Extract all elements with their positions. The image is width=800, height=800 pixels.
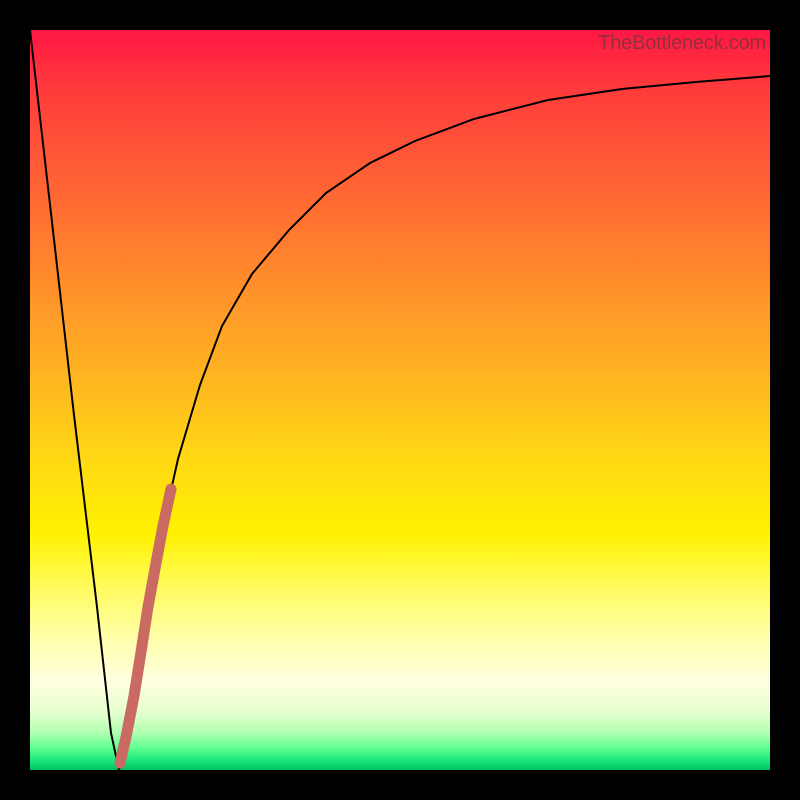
highlight-path — [120, 489, 171, 763]
chart-lines — [30, 30, 770, 770]
plot-area — [30, 30, 770, 770]
watermark-text: TheBottleneck.com — [598, 32, 766, 55]
chart-frame: TheBottleneck.com — [0, 0, 800, 800]
